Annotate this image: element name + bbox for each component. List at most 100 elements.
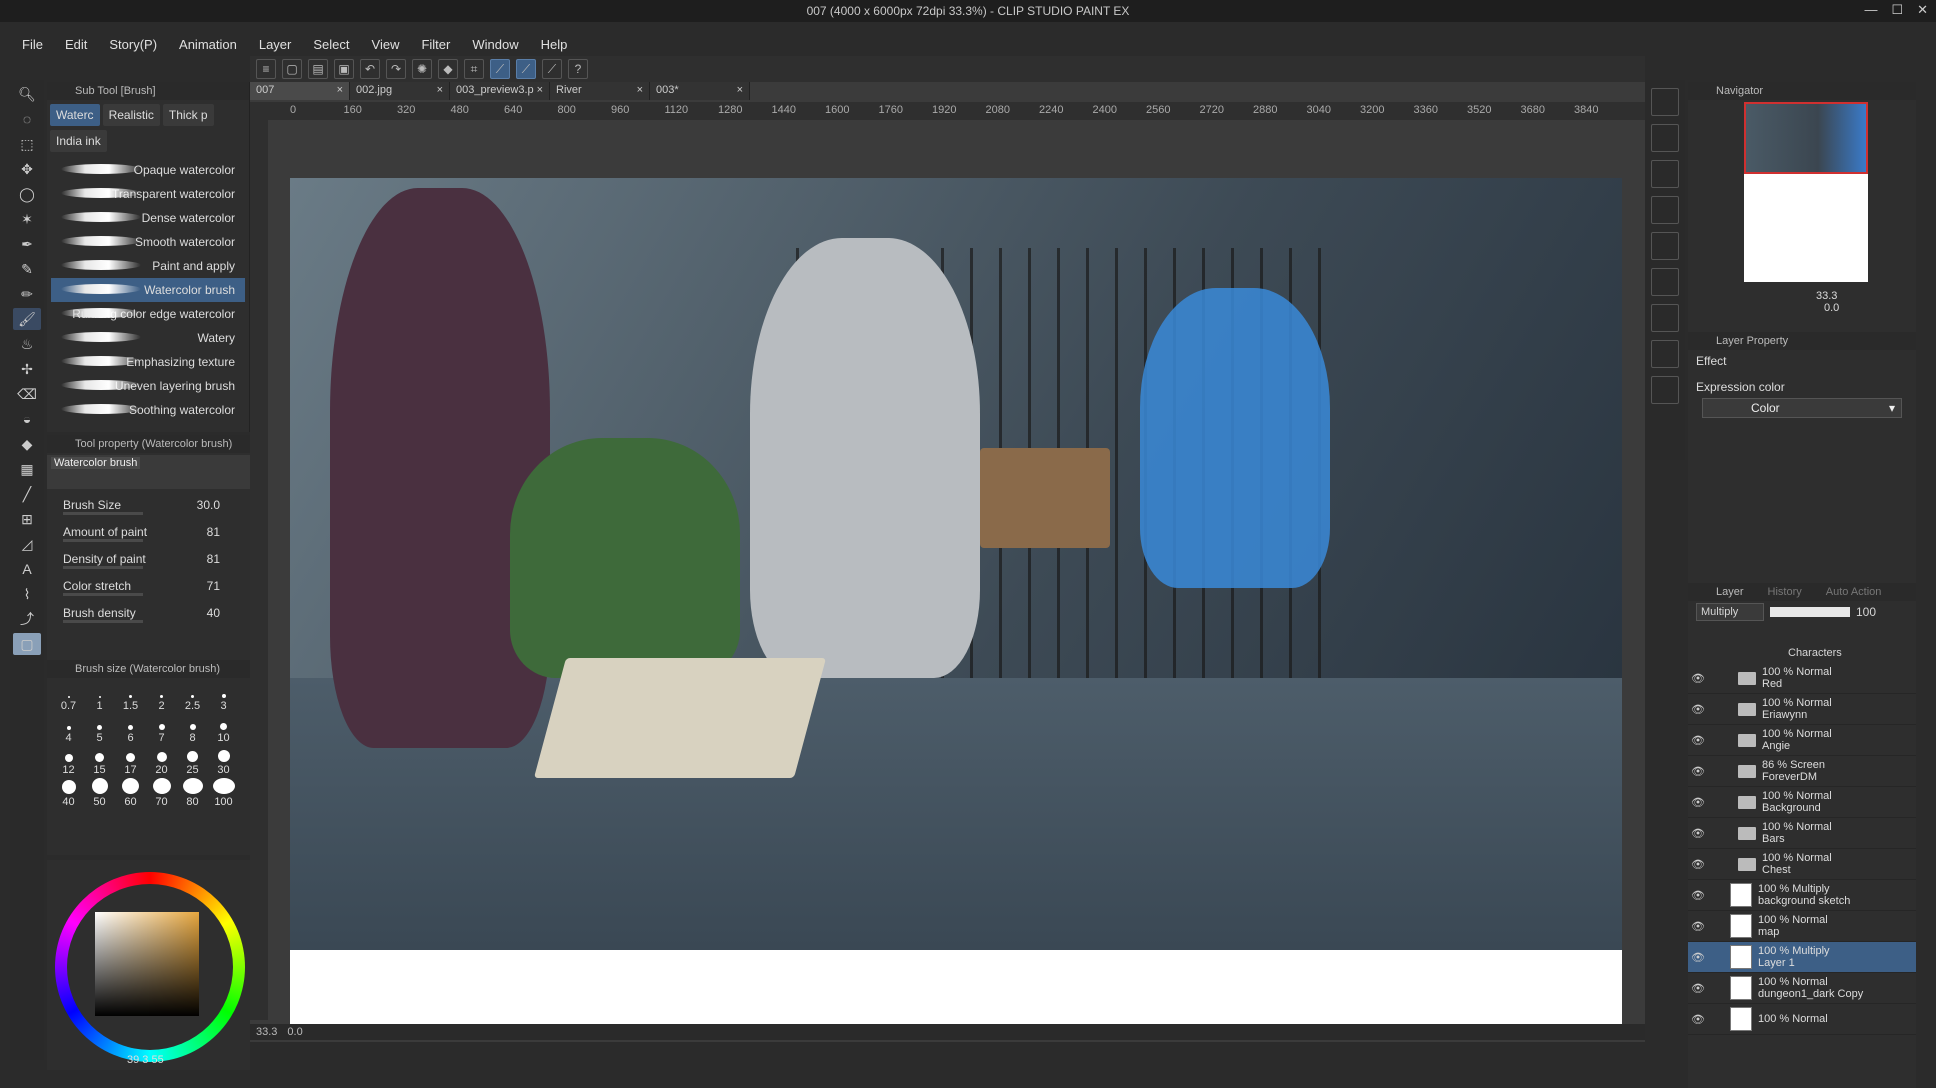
panel-icon-7[interactable] bbox=[1651, 304, 1679, 332]
close-icon[interactable]: × bbox=[337, 84, 343, 96]
selection-tool-icon[interactable]: ◯ bbox=[13, 183, 41, 205]
maximize-icon[interactable]: ☐ bbox=[1891, 2, 1903, 18]
brush-item[interactable]: Soothing watercolor bbox=[51, 398, 245, 422]
property-slider[interactable] bbox=[63, 620, 143, 623]
brush-size-option[interactable]: 7 bbox=[146, 714, 177, 744]
panel-icon-9[interactable] bbox=[1651, 376, 1679, 404]
property-value[interactable]: 81 bbox=[207, 525, 220, 539]
property-value[interactable]: 71 bbox=[207, 579, 220, 593]
tab-realistic[interactable]: Realistic bbox=[102, 104, 160, 126]
eye-icon[interactable]: 👁︎ bbox=[1688, 827, 1708, 840]
close-icon[interactable]: ✕ bbox=[1917, 2, 1928, 18]
brush-size-option[interactable]: 60 bbox=[115, 778, 146, 808]
layer-row[interactable]: 👁︎ 100 % Normal map bbox=[1688, 911, 1916, 942]
blend-mode-select[interactable]: Multiply bbox=[1696, 603, 1764, 621]
property-value[interactable]: 81 bbox=[207, 552, 220, 566]
property-row[interactable]: Amount of paint 81 bbox=[47, 518, 250, 545]
layer-row[interactable]: 👁︎ 100 % Normal Eriawynn bbox=[1688, 694, 1916, 725]
open-file-icon[interactable]: ▤ bbox=[308, 59, 328, 79]
property-value[interactable]: 40 bbox=[207, 606, 220, 620]
eye-icon[interactable]: 👁︎ bbox=[1688, 734, 1708, 747]
brush-size-option[interactable]: 80 bbox=[177, 778, 208, 808]
blend-tool-icon[interactable]: ◒ bbox=[13, 408, 41, 430]
fill-icon[interactable]: ◆ bbox=[438, 59, 458, 79]
ruler-icon[interactable]: ⟋ bbox=[542, 59, 562, 79]
correct-line-icon[interactable]: ⤴ bbox=[13, 608, 41, 630]
menu-filter[interactable]: Filter bbox=[421, 37, 450, 52]
layer-row[interactable]: 👁︎ 100 % Normal dungeon1_dark Copy bbox=[1688, 973, 1916, 1004]
menu-view[interactable]: View bbox=[372, 37, 400, 52]
undo-icon[interactable]: ↶ bbox=[360, 59, 380, 79]
brush-item[interactable]: Paint and apply bbox=[51, 254, 245, 278]
menu-file[interactable]: File bbox=[22, 37, 43, 52]
brush-size-option[interactable]: 0.7 bbox=[53, 682, 84, 712]
document-tab[interactable]: 007 × bbox=[250, 82, 350, 100]
brush-size-option[interactable]: 20 bbox=[146, 746, 177, 776]
help-icon[interactable]: ? bbox=[568, 59, 588, 79]
panel-icon-3[interactable] bbox=[1651, 160, 1679, 188]
brush-size-option[interactable]: 2 bbox=[146, 682, 177, 712]
brush-size-option[interactable]: 5 bbox=[84, 714, 115, 744]
brush-item[interactable]: Opaque watercolor bbox=[51, 158, 245, 182]
property-slider[interactable] bbox=[63, 566, 143, 569]
layer-row[interactable]: 👁︎ 86 % Screen ForeverDM bbox=[1688, 756, 1916, 787]
document-tab[interactable]: 003_preview3.p × bbox=[450, 82, 550, 100]
brush-size-option[interactable]: 30 bbox=[208, 746, 239, 776]
property-row[interactable]: Brush density 40 bbox=[47, 599, 250, 626]
brush-size-option[interactable]: 1 bbox=[84, 682, 115, 712]
eye-icon[interactable]: 👁︎ bbox=[1688, 765, 1708, 778]
panel-icon-4[interactable] bbox=[1651, 196, 1679, 224]
property-row[interactable]: Density of paint 81 bbox=[47, 545, 250, 572]
lasso-tool-icon[interactable]: ◌ bbox=[13, 108, 41, 130]
property-slider[interactable] bbox=[63, 512, 143, 515]
tab-thick[interactable]: Thick p bbox=[162, 104, 214, 126]
loading-icon[interactable]: ✺ bbox=[412, 59, 432, 79]
new-file-icon[interactable]: ▢ bbox=[282, 59, 302, 79]
property-slider[interactable] bbox=[63, 539, 143, 542]
property-slider[interactable] bbox=[63, 593, 143, 596]
panel-icon-2[interactable] bbox=[1651, 124, 1679, 152]
pen-tool-icon[interactable]: ✒ bbox=[13, 233, 41, 255]
stabilize-icon[interactable]: ⟋ bbox=[490, 59, 510, 79]
main-color-icon[interactable]: ▢ bbox=[13, 633, 41, 655]
panel-icon-5[interactable] bbox=[1651, 232, 1679, 260]
property-row[interactable]: Color stretch 71 bbox=[47, 572, 250, 599]
menu-layer[interactable]: Layer bbox=[259, 37, 292, 52]
property-value[interactable]: 30.0 bbox=[197, 498, 220, 512]
brush-item[interactable]: Running color edge watercolor bbox=[51, 302, 245, 326]
snap-icon[interactable]: ⟋ bbox=[516, 59, 536, 79]
eye-icon[interactable]: 👁︎ bbox=[1688, 889, 1708, 902]
zoom-tool-icon[interactable]: 🔍︎ bbox=[13, 83, 41, 105]
brush-item[interactable]: Watercolor brush bbox=[51, 278, 245, 302]
document-tab[interactable]: 002.jpg × bbox=[350, 82, 450, 100]
frame-tool-icon[interactable]: ⊞ bbox=[13, 508, 41, 530]
close-icon[interactable]: × bbox=[537, 84, 543, 96]
close-icon[interactable]: × bbox=[737, 84, 743, 96]
auto-select-icon[interactable]: ✶ bbox=[13, 208, 41, 230]
history-tab[interactable]: History bbox=[1768, 586, 1802, 598]
layer-tab[interactable]: Layer bbox=[1716, 586, 1744, 598]
brush-size-option[interactable]: 50 bbox=[84, 778, 115, 808]
layer-row[interactable]: 👁︎ 100 % Normal bbox=[1688, 1004, 1916, 1035]
brush-size-option[interactable]: 6 bbox=[115, 714, 146, 744]
brush-size-option[interactable]: 8 bbox=[177, 714, 208, 744]
document-tab[interactable]: River × bbox=[550, 82, 650, 100]
brush-item[interactable]: Smooth watercolor bbox=[51, 230, 245, 254]
eye-icon[interactable]: 👁︎ bbox=[1688, 1013, 1708, 1026]
crop-icon[interactable]: ⌗ bbox=[464, 59, 484, 79]
menu-animation[interactable]: Animation bbox=[179, 37, 237, 52]
brush-size-option[interactable]: 10 bbox=[208, 714, 239, 744]
redo-icon[interactable]: ↷ bbox=[386, 59, 406, 79]
brush-item[interactable]: Uneven layering brush bbox=[51, 374, 245, 398]
brush-item[interactable]: Watery bbox=[51, 326, 245, 350]
save-icon[interactable]: ▣ bbox=[334, 59, 354, 79]
move-tool-icon[interactable]: ✥ bbox=[13, 158, 41, 180]
eye-icon[interactable]: 👁︎ bbox=[1688, 982, 1708, 995]
document-tab[interactable]: 003* × bbox=[650, 82, 750, 100]
close-icon[interactable]: × bbox=[437, 84, 443, 96]
brush-size-option[interactable]: 12 bbox=[53, 746, 84, 776]
tab-watercolor[interactable]: Waterc bbox=[50, 104, 100, 126]
layer-row[interactable]: 👁︎ 100 % Normal Angie bbox=[1688, 725, 1916, 756]
panel-icon-1[interactable] bbox=[1651, 88, 1679, 116]
opacity-slider[interactable] bbox=[1770, 607, 1850, 617]
